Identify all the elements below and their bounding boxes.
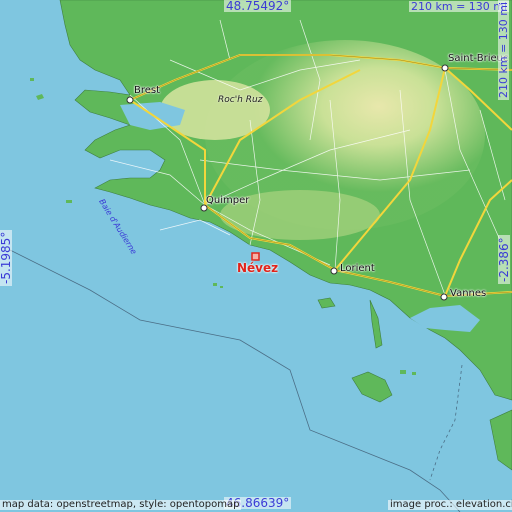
place-label-brest: Brest (134, 85, 161, 96)
lorient-marker (330, 267, 338, 275)
nevez-marker (251, 252, 260, 261)
ouessant-islet (30, 78, 44, 100)
place-label-quimper: Quimper (206, 195, 250, 206)
maritime-boundary-dashed (429, 364, 463, 481)
glenan-islets (213, 283, 223, 288)
west-longitude-label: -5.1985° (0, 229, 13, 286)
scale-label-horizontal: 210 km = 130 mi (409, 0, 510, 13)
belle-ile (351, 371, 393, 403)
map-data-credit: map data: openstreetmap, style: opentopo… (0, 499, 242, 510)
place-label-lorient: Lorient (340, 263, 375, 274)
terrain-layer (9, 0, 512, 512)
ile-de-groix (317, 297, 336, 309)
houat-islets (400, 370, 416, 375)
north-latitude-label: 48.75492° (224, 0, 292, 13)
image-processing-credit: image proc.: elevation.city (388, 500, 512, 510)
east-longitude-label: -2.386° (497, 235, 511, 284)
map-canvas[interactable]: Brest Quimper Lorient Vannes Saint-Brieu… (0, 0, 512, 512)
quiberon-peninsula (369, 299, 383, 349)
brest-marker (126, 96, 134, 104)
sein-islet (66, 200, 72, 203)
saint-brieuc-marker (441, 64, 449, 72)
place-label-roc-h-ruz: Roc'h Ruz (218, 95, 263, 105)
place-label-vannes: Vannes (450, 288, 487, 299)
nevez-label: Névez (237, 261, 279, 275)
vannes-marker (440, 293, 448, 301)
scale-label-vertical: 210 km = 130 mi (497, 0, 510, 100)
noirmoutier-area (489, 409, 512, 471)
